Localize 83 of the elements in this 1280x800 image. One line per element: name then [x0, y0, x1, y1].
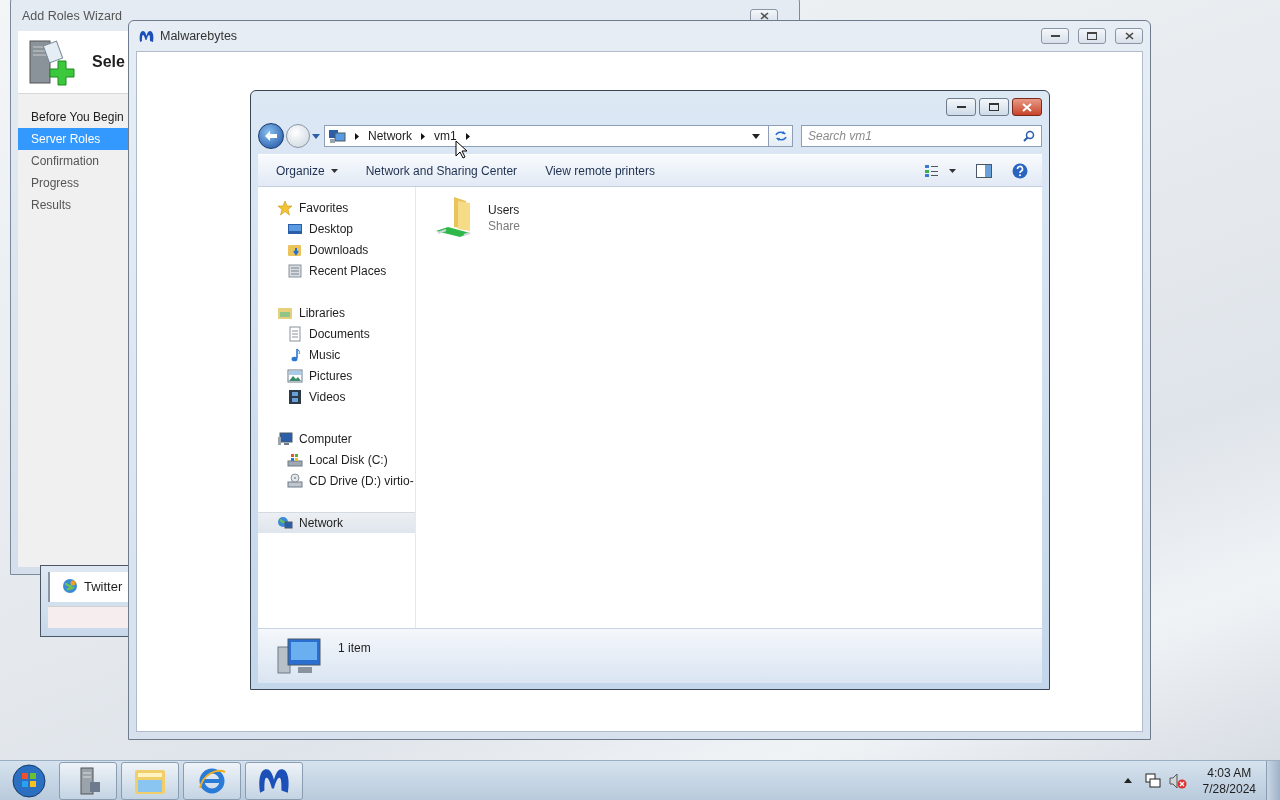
- nav-item[interactable]: Desktop: [258, 218, 415, 239]
- refresh-button[interactable]: [769, 125, 793, 147]
- clock-time: 4:03 AM: [1207, 764, 1252, 781]
- taskbar-button[interactable]: [183, 761, 241, 800]
- nav-item[interactable]: Downloads: [258, 239, 415, 260]
- server-add-icon: [28, 37, 76, 87]
- nav-item[interactable]: Local Disk (C:): [258, 449, 415, 470]
- computer-icon: [276, 637, 322, 677]
- maximize-icon: [989, 103, 999, 111]
- breadcrumb-item[interactable]: Network: [368, 129, 412, 143]
- clock-date: 7/28/2024: [1202, 780, 1256, 797]
- nav-item[interactable]: Videos: [258, 386, 415, 407]
- minimize-icon: [956, 105, 966, 109]
- page-heading: Sele: [92, 53, 125, 71]
- pictures-icon: [287, 367, 303, 384]
- address-bar[interactable]: Network vm1: [324, 125, 769, 147]
- minimize-button[interactable]: [1041, 28, 1069, 44]
- nav-item[interactable]: Favorites: [258, 197, 415, 218]
- item-name: Users: [488, 203, 521, 217]
- nav-item[interactable]: Libraries: [258, 302, 415, 323]
- pane-icon: [976, 163, 992, 178]
- close-button[interactable]: [1012, 98, 1042, 116]
- chevron-icon: [421, 132, 425, 140]
- nav-item[interactable]: Documents: [258, 323, 415, 344]
- recent-places-icon: [287, 262, 303, 279]
- close-button[interactable]: [1115, 28, 1143, 44]
- refresh-icon: [773, 130, 788, 142]
- hard-disk-icon: [287, 451, 303, 468]
- nav-item[interactable]: Recent Places: [258, 260, 415, 281]
- cd-drive-icon: [287, 472, 303, 489]
- computer-icon: [277, 430, 293, 447]
- search-icon: [1023, 130, 1035, 142]
- network-icon: [277, 515, 293, 531]
- close-icon: [1022, 102, 1032, 112]
- maximize-button[interactable]: [979, 98, 1009, 116]
- nav-item[interactable]: Music: [258, 344, 415, 365]
- caret-icon: [330, 168, 338, 173]
- toolbar-button[interactable]: Network and Sharing Center: [355, 158, 528, 183]
- search-field[interactable]: Search vm1: [801, 125, 1042, 147]
- nav-item[interactable]: CD Drive (D:) virtio-: [258, 470, 415, 491]
- window-title: Add Roles Wizard: [22, 9, 123, 23]
- nav-item[interactable]: Pictures: [258, 365, 415, 386]
- wizard-step[interactable]: Progress: [18, 172, 128, 194]
- globe-icon: [62, 578, 78, 594]
- minimize-icon: [1050, 34, 1060, 38]
- help-icon: [1012, 162, 1028, 179]
- taskbar-button[interactable]: [59, 761, 117, 800]
- minimize-button[interactable]: [946, 98, 976, 116]
- up-arrow-icon: [1123, 778, 1132, 783]
- close-icon: [759, 12, 769, 20]
- nav-item[interactable]: Computer: [258, 428, 415, 449]
- network-status-icon[interactable]: [1144, 772, 1161, 789]
- toolbar-button[interactable]: View remote printers: [535, 158, 665, 183]
- star-icon: [277, 199, 293, 216]
- breadcrumb-item[interactable]: vm1: [434, 129, 457, 143]
- speaker-muted-icon[interactable]: [1168, 772, 1187, 789]
- clock[interactable]: 4:03 AM 7/28/2024: [1202, 764, 1256, 797]
- view-list-icon: [924, 163, 956, 178]
- chevron-icon: [465, 132, 470, 140]
- close-icon: [1124, 32, 1134, 40]
- maximize-button[interactable]: [1078, 28, 1106, 44]
- document-icon: [287, 325, 303, 342]
- wizard-step[interactable]: Before You Begin: [18, 106, 128, 128]
- chevron-icon: [355, 132, 359, 140]
- window-title: Malwarebytes: [160, 29, 238, 43]
- shared-folder-item[interactable]: Users Share: [434, 195, 1042, 239]
- item-type: Share: [488, 219, 521, 233]
- back-arrow-icon: [264, 130, 278, 142]
- menu-button[interactable]: Organize: [266, 158, 348, 183]
- status-text: 1 item: [338, 640, 371, 655]
- taskbar-button[interactable]: [245, 761, 303, 800]
- caret-icon: [312, 133, 320, 139]
- dropdown-caret-icon: [752, 133, 760, 139]
- nav-item[interactable]: Network: [258, 512, 415, 533]
- logo-icon: [258, 766, 290, 795]
- wizard-step[interactable]: Confirmation: [18, 150, 128, 172]
- logo-icon: [139, 29, 154, 43]
- wizard-step[interactable]: Results: [18, 194, 128, 216]
- windows-orb-icon: [12, 763, 46, 798]
- film-icon: [287, 388, 303, 405]
- back-button[interactable]: [258, 123, 284, 149]
- network-icon: [328, 128, 346, 144]
- maximize-icon: [1087, 32, 1097, 40]
